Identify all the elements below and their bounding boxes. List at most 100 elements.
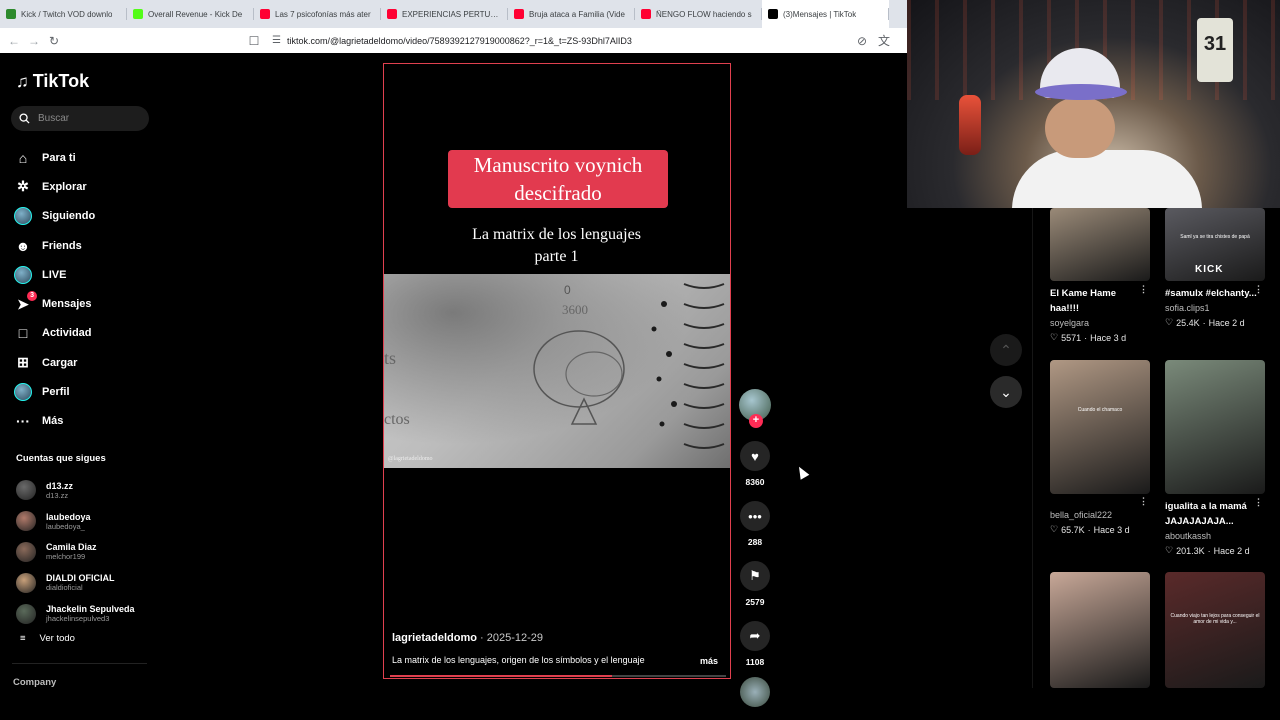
nav-label: Explorar bbox=[42, 180, 87, 193]
following-item[interactable]: laubedoya laubedoya_ bbox=[16, 506, 156, 537]
following-names: DIALDI OFICIAL dialdioficial bbox=[46, 573, 115, 592]
more-options-icon[interactable]: ⋮ bbox=[1139, 284, 1148, 295]
action-bar: + ♥ 8360 ••• 288 ⚑ 2579 ➦ 1108 bbox=[738, 389, 772, 707]
video-thumbnail[interactable]: Saml ya se tira chistes de papá KICK bbox=[1165, 208, 1265, 281]
follow-plus-icon[interactable]: + bbox=[749, 414, 763, 428]
following-item[interactable]: Jhackelin Sepulveda jhackelinsepulved3 bbox=[16, 598, 156, 629]
comment-action[interactable]: ••• 288 bbox=[738, 501, 772, 547]
nav-item-live[interactable]: LIVE bbox=[14, 260, 154, 289]
browser-tab[interactable]: Las 7 psicofonías más ater bbox=[254, 0, 381, 28]
avatar bbox=[16, 511, 36, 532]
recommended-video-card[interactable]: Cuando el chamaco ⋮ bella_oficial222 ♡ 65.7K… bbox=[1050, 360, 1150, 535]
video-title-line1: Manuscrito voynich bbox=[473, 153, 643, 177]
forward-icon[interactable]: → bbox=[24, 31, 44, 51]
video-thumbnail[interactable]: Cuando el chamaco bbox=[1050, 360, 1150, 494]
video-thumbnail[interactable] bbox=[1050, 572, 1150, 688]
more-link[interactable]: más bbox=[700, 656, 718, 666]
following-name: d13.zz bbox=[46, 480, 74, 491]
video-card-author[interactable]: soyelgara bbox=[1050, 318, 1150, 328]
browser-tab[interactable]: EXPERIENCIAS PERTURBA bbox=[381, 0, 508, 28]
following-item[interactable]: DIALDI OFICIAL dialdioficial bbox=[16, 567, 156, 598]
following-username: d13.zz bbox=[46, 490, 69, 500]
browser-tab[interactable]: Bruja ataca a Familia (Vide bbox=[508, 0, 635, 28]
tab-favicon-icon bbox=[6, 9, 16, 19]
recommended-video-card[interactable]: Saml ya se tira chistes de papá KICK #samu… bbox=[1165, 208, 1265, 328]
nav-item-explorar[interactable]: ✲ Explorar bbox=[14, 172, 154, 201]
nav-item-perfil[interactable]: Perfil bbox=[14, 377, 154, 406]
share-action[interactable]: ➦ 1108 bbox=[738, 621, 772, 667]
following-item[interactable]: d13.zz d13.zz bbox=[16, 475, 156, 506]
share-icon[interactable]: ➦ bbox=[740, 621, 770, 651]
recommended-video-card[interactable] bbox=[1050, 572, 1150, 688]
jersey: 31 bbox=[1197, 18, 1233, 82]
video-card-title[interactable]: igualita a la mamá JAJAJAJAJA... bbox=[1165, 499, 1257, 529]
nav-item-más[interactable]: ··· Más bbox=[14, 407, 154, 436]
browser-tab[interactable]: Kick / Twitch VOD downlo bbox=[0, 0, 127, 28]
nav-item-actividad[interactable]: □ Actividad bbox=[14, 319, 154, 348]
recommended-video-card[interactable]: El Kame Hame haa!!!! ⋮ soyelgara ♡ 5571 · Hace… bbox=[1050, 208, 1150, 343]
comment-count: 288 bbox=[747, 537, 763, 547]
back-icon[interactable]: ← bbox=[4, 31, 24, 51]
search-placeholder: Buscar bbox=[38, 113, 70, 124]
tiktok-logo[interactable]: ♫ TikTok bbox=[16, 71, 89, 92]
video-card-author[interactable]: aboutkassh bbox=[1165, 531, 1265, 541]
translate-icon[interactable]: 文 bbox=[874, 31, 894, 51]
activity-icon: □ bbox=[18, 325, 28, 342]
address-bar: ← → ↻ ☐ ☰ tiktok.com/@lagrietadeldomo/vi… bbox=[0, 28, 907, 53]
video-subtitle-overlay: La matrix de los lenguajes parte 1 bbox=[424, 224, 689, 268]
video-thumbnail[interactable] bbox=[1165, 360, 1265, 494]
video-thumbnail[interactable] bbox=[1050, 208, 1150, 281]
music-disc-icon[interactable] bbox=[740, 677, 770, 707]
nav-item-siguiendo[interactable]: Siguiendo bbox=[14, 202, 154, 231]
comment-icon[interactable]: ••• bbox=[740, 501, 770, 531]
creator-avatar[interactable]: + bbox=[739, 389, 771, 428]
recommended-video-card[interactable]: Cuando viajo tan lejos para conseguir el… bbox=[1165, 572, 1265, 688]
browser-tab[interactable]: (3)Mensajes | TikTok bbox=[762, 0, 889, 28]
more-options-icon[interactable]: ⋮ bbox=[1139, 496, 1148, 507]
company-link[interactable]: Company bbox=[13, 677, 56, 688]
search-input[interactable]: Buscar bbox=[11, 106, 149, 131]
video-card-title[interactable]: El Kame Hame haa!!!! bbox=[1050, 286, 1142, 316]
video-progress-bar[interactable] bbox=[390, 675, 726, 677]
more-options-icon[interactable]: ⋮ bbox=[1254, 284, 1263, 295]
tab-title: EXPERIENCIAS PERTURBA bbox=[402, 9, 502, 19]
video-card-title[interactable]: #samulx #elchanty... bbox=[1165, 286, 1257, 301]
heart-outline-icon: ♡ bbox=[1165, 545, 1174, 555]
video-card-author[interactable]: sofia.clips1 bbox=[1165, 303, 1265, 313]
tab-favicon-icon bbox=[133, 9, 143, 19]
url-field[interactable]: ☰ tiktok.com/@lagrietadeldomo/video/7589… bbox=[248, 31, 867, 50]
like-action[interactable]: ♥ 8360 bbox=[738, 441, 772, 487]
reload-icon[interactable]: ↻ bbox=[44, 31, 64, 51]
tiktok-page: ♫ TikTok Buscar ⌂ Para ti ✲ Explorar Siguien… bbox=[0, 53, 907, 720]
nav-item-mensajes[interactable]: ➤ 3 Mensajes bbox=[14, 289, 154, 318]
extension-icon[interactable]: ⊘ bbox=[852, 31, 872, 51]
browser-tab[interactable]: Overall Revenue - Kick De bbox=[127, 0, 254, 28]
following-item[interactable]: Camila Diaz melchor199 bbox=[16, 537, 156, 568]
following-names: d13.zz d13.zz bbox=[46, 481, 73, 500]
nav-item-para-ti[interactable]: ⌂ Para ti bbox=[14, 143, 154, 172]
video-player[interactable]: Manuscrito voynich descifrado La matrix … bbox=[383, 63, 731, 679]
recommended-video-card[interactable]: igualita a la mamá JAJAJAJAJA... ⋮ aboutka… bbox=[1165, 360, 1265, 556]
thumbnail-caption: Cuando el chamaco bbox=[1077, 407, 1123, 413]
video-card-author[interactable]: bella_oficial222 bbox=[1050, 510, 1150, 520]
nav-item-cargar[interactable]: ⊞ Cargar bbox=[14, 348, 154, 377]
cap-brim bbox=[1035, 84, 1127, 100]
save-count: 2579 bbox=[745, 597, 765, 607]
next-video-button[interactable]: ⌄ bbox=[990, 376, 1022, 408]
previous-video-button[interactable]: ⌃ bbox=[990, 334, 1022, 366]
see-all-link[interactable]: ≡ Ver todo bbox=[20, 633, 75, 644]
save-action[interactable]: ⚑ 2579 bbox=[738, 561, 772, 607]
date-separator: · bbox=[480, 632, 487, 644]
video-card-likes: 5571 bbox=[1061, 332, 1082, 343]
heart-icon[interactable]: ♥ bbox=[740, 441, 770, 471]
bookmark-icon[interactable]: ⚑ bbox=[740, 561, 770, 591]
video-thumbnail[interactable]: Cuando viajo tan lejos para conseguir el… bbox=[1165, 572, 1265, 688]
video-author[interactable]: lagrietadeldomo · 2025-12-29 bbox=[392, 632, 543, 644]
nav-item-friends[interactable]: ☻ Friends bbox=[14, 231, 154, 260]
browser-tab[interactable]: ÑENGO FLOW haciendo s bbox=[635, 0, 762, 28]
site-info-icon[interactable]: ☰ bbox=[272, 35, 281, 46]
more-options-icon[interactable]: ⋮ bbox=[1254, 497, 1263, 508]
tab-title: (3)Mensajes | TikTok bbox=[783, 9, 857, 19]
tab-title: ÑENGO FLOW haciendo s bbox=[656, 9, 752, 19]
nav-label: Cargar bbox=[42, 356, 78, 369]
